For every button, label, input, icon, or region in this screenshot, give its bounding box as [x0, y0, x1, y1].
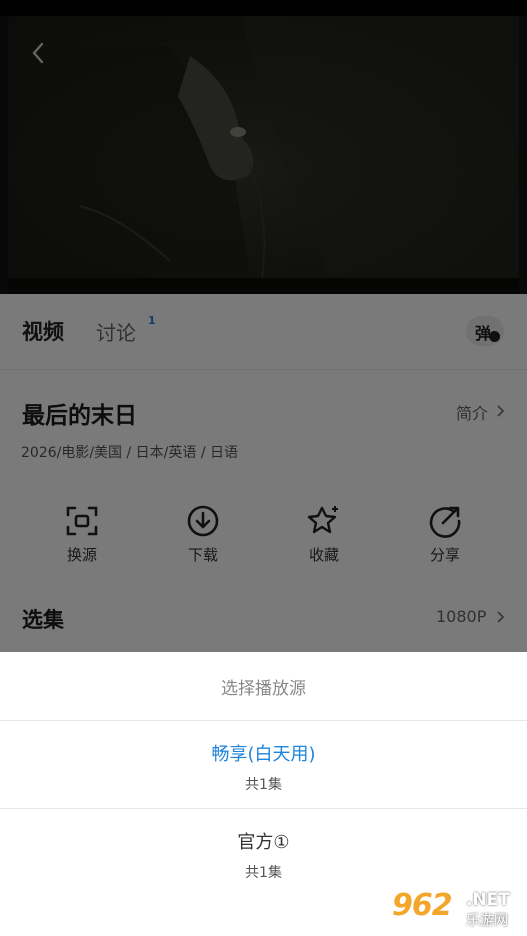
divider [0, 808, 527, 809]
danmaku-icon: 弹 [475, 324, 492, 343]
movie-meta: 2026/电影/美国 / 日本/英语 / 日语 [21, 445, 239, 461]
source-option-changxiang[interactable]: 畅享(白天用) 共1集 [0, 722, 527, 808]
action-bar: 换源 下载 收藏 分享 [0, 504, 527, 574]
star-icon [307, 506, 338, 534]
quality-selector[interactable]: 1080P [436, 607, 486, 626]
source-name: 畅享(白天用) [211, 744, 316, 765]
chevron-left-icon [32, 42, 44, 64]
share-label: 分享 [429, 546, 460, 564]
check-icon [489, 331, 500, 342]
download-icon [187, 505, 219, 537]
tab-video[interactable]: 视频 [22, 316, 64, 346]
intro-link[interactable]: 简介 [456, 400, 488, 424]
download-button[interactable]: 下载 [163, 504, 243, 574]
source-option-official[interactable]: 官方① 共1集 [0, 810, 527, 896]
favorite-label: 收藏 [308, 546, 339, 564]
status-bar [0, 0, 527, 16]
video-detail-panel: 视频 讨论 1 弹 最后的末日 简介 2026/电影/美国 / 日本/英语 / … [0, 294, 527, 652]
favorite-button[interactable]: 收藏 [284, 504, 364, 574]
discuss-count-badge: 1 [148, 314, 156, 327]
watermark-site-name: 乐游网 [466, 913, 508, 929]
source-name: 官方① [237, 832, 290, 853]
chevron-right-icon[interactable] [496, 404, 506, 418]
source-episode-count: 共1集 [245, 865, 282, 881]
watermark-logo: 962 .NET 乐游网 [388, 888, 524, 932]
video-player[interactable] [0, 16, 527, 294]
tab-discuss[interactable]: 讨论 [96, 317, 136, 346]
chevron-right-icon[interactable] [496, 610, 506, 624]
danmaku-toggle[interactable]: 弹 [466, 316, 504, 346]
back-button[interactable] [24, 38, 54, 68]
download-label: 下载 [187, 546, 218, 564]
switch-source-button[interactable]: 换源 [42, 504, 122, 574]
switch-source-label: 换源 [66, 546, 97, 564]
share-button[interactable]: 分享 [405, 504, 485, 574]
tab-bar: 视频 讨论 1 弹 [0, 294, 527, 370]
watermark-number: 962 [392, 888, 453, 923]
divider [0, 720, 527, 721]
video-frame [0, 16, 527, 278]
watermark-net: .NET [466, 890, 510, 910]
movie-title: 最后的末日 [22, 403, 137, 429]
sheet-title: 选择播放源 [221, 679, 306, 699]
switch-source-icon [66, 506, 98, 536]
source-episode-count: 共1集 [245, 777, 282, 793]
share-icon [429, 506, 461, 538]
episodes-title: 选集 [22, 608, 64, 632]
